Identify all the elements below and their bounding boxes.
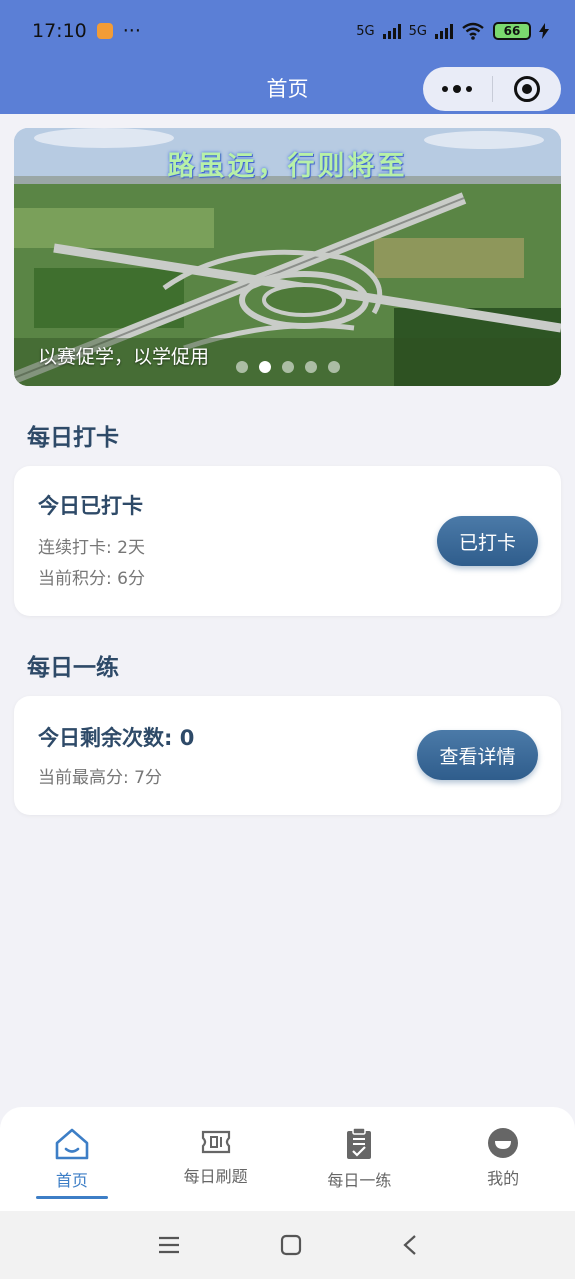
carousel-dot-active[interactable] xyxy=(259,361,271,373)
checked-in-button[interactable]: 已打卡 xyxy=(437,516,538,566)
battery-icon: 66 xyxy=(493,22,531,40)
best-score: 当前最高分: 7分 xyxy=(38,768,162,788)
signal-icon xyxy=(382,23,401,39)
remaining-attempts: 今日剩余次数: 0 xyxy=(38,726,195,750)
carousel-indicators xyxy=(236,361,340,373)
tab-daily-questions-label: 每日刷题 xyxy=(183,1167,248,1186)
dot-icon xyxy=(442,86,449,92)
banner-carousel[interactable]: 路虽远，行则将至 以赛促学，以学促用 xyxy=(14,128,561,386)
more-notifications: ··· xyxy=(122,20,141,42)
tab-profile-label: 我的 xyxy=(487,1169,520,1188)
close-miniprogram-button[interactable] xyxy=(493,76,562,102)
practice-card: 今日剩余次数: 0 当前最高分: 7分 查看详情 xyxy=(14,696,561,815)
nav-bar: 首页 xyxy=(0,62,575,114)
tab-daily-questions[interactable]: 每日刷题 xyxy=(144,1107,288,1211)
tab-profile[interactable]: 我的 xyxy=(431,1107,575,1211)
checkin-points: 当前积分: 6分 xyxy=(38,569,145,589)
network-label-2: 5G xyxy=(408,23,427,39)
checkin-status: 今日已打卡 xyxy=(38,494,143,518)
banner-slogan: 路虽远，行则将至 xyxy=(167,151,408,182)
charging-icon xyxy=(539,23,549,39)
back-icon[interactable] xyxy=(402,1234,418,1256)
app-notification-icon xyxy=(96,23,113,39)
tab-daily-practice[interactable]: 每日一练 xyxy=(288,1107,432,1211)
view-details-button[interactable]: 查看详情 xyxy=(417,730,538,780)
home-button-icon[interactable] xyxy=(280,1234,302,1256)
carousel-dot[interactable] xyxy=(236,361,248,373)
dot-icon xyxy=(466,86,473,92)
checkin-streak: 连续打卡: 2天 xyxy=(38,538,145,558)
system-navigation-bar xyxy=(0,1211,575,1279)
clipboard-check-icon xyxy=(347,1127,372,1159)
tab-daily-practice-label: 每日一练 xyxy=(327,1171,392,1190)
active-tab-indicator xyxy=(35,1196,108,1199)
more-options-button[interactable] xyxy=(423,85,492,93)
tab-bar: 首页 每日刷题 每日一练 我的 xyxy=(0,1107,575,1211)
wifi-icon xyxy=(462,22,484,40)
target-icon xyxy=(513,76,540,102)
status-bar: 17:10 ··· 5G 5G 66 xyxy=(0,0,575,62)
page-title: 首页 xyxy=(266,77,309,101)
checkin-section-title: 每日打卡 xyxy=(27,425,119,451)
tab-home[interactable]: 首页 xyxy=(0,1107,144,1211)
menu-icon[interactable] xyxy=(158,1235,180,1255)
clock: 17:10 xyxy=(32,20,87,42)
banner-caption: 以赛促学，以学促用 xyxy=(38,346,210,368)
miniprogram-capsule xyxy=(423,67,561,111)
carousel-dot[interactable] xyxy=(282,361,294,373)
checkin-card: 今日已打卡 连续打卡: 2天 当前积分: 6分 已打卡 xyxy=(14,466,561,616)
home-icon xyxy=(55,1128,89,1160)
dot-icon xyxy=(453,85,462,93)
network-label-1: 5G xyxy=(356,23,375,39)
carousel-dot[interactable] xyxy=(328,361,340,373)
practice-section-title: 每日一练 xyxy=(27,655,119,681)
ticket-icon xyxy=(201,1130,230,1154)
carousel-dot[interactable] xyxy=(305,361,317,373)
signal-icon-2 xyxy=(435,23,453,39)
tab-home-label: 首页 xyxy=(55,1171,88,1190)
profile-icon xyxy=(488,1128,519,1158)
